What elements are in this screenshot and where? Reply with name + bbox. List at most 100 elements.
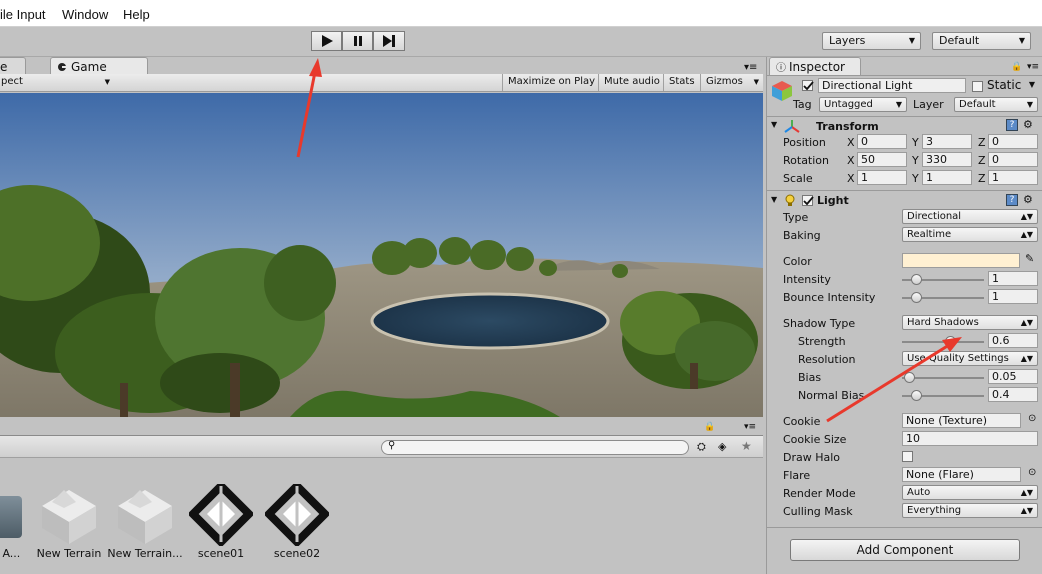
game-panel: e Game ▾≡ pect ▼ Maximize on Play Mute au… (0, 57, 763, 417)
strength-slider-knob[interactable] (945, 336, 957, 347)
add-component-button[interactable]: Add Component (790, 539, 1020, 561)
light-header[interactable]: ▼ Light ? ⚙ (767, 190, 1042, 210)
panel-menu-icon[interactable]: ▾≡ (1027, 62, 1039, 72)
bounce-intensity-input[interactable]: 1 (988, 289, 1038, 304)
gear-icon[interactable]: ⚙ (1023, 193, 1033, 206)
stats-toggle[interactable]: Stats (663, 74, 700, 91)
baking-value: Realtime (907, 229, 952, 240)
object-picker-icon[interactable]: ⊙ (1028, 467, 1036, 478)
tag-dropdown[interactable]: Untagged ▼ (819, 97, 907, 112)
intensity-slider-knob[interactable] (911, 274, 922, 285)
unity-scene-icon (189, 484, 253, 546)
tab-inspector-label: Inspector (789, 60, 845, 74)
light-enabled-checkbox[interactable] (802, 195, 814, 206)
scale-x-input[interactable]: 1 (857, 170, 907, 185)
menu-help[interactable]: Help (123, 7, 150, 22)
gizmos-dropdown[interactable]: Gizmos ▼ (700, 74, 763, 91)
chevron-down-icon: ▲▼ (1020, 318, 1033, 327)
intensity-input[interactable]: 1 (988, 271, 1038, 286)
render-mode-dropdown[interactable]: Auto ▲▼ (902, 485, 1038, 500)
static-checkbox[interactable] (972, 81, 983, 92)
chevron-down-icon: ▼ (895, 100, 902, 109)
bounce-intensity-label: Bounce Intensity (783, 291, 876, 304)
bounce-slider-knob[interactable] (911, 292, 922, 303)
chevron-down-icon: ▲▼ (1020, 488, 1033, 497)
resolution-dropdown[interactable]: Use Quality Settings ▲▼ (902, 351, 1038, 366)
panel-menu-icon[interactable]: ▾≡ (744, 422, 756, 432)
bias-label: Bias (798, 371, 822, 384)
object-picker-icon[interactable]: ⊙ (1028, 413, 1036, 424)
asset-item[interactable]: scene02 (259, 482, 335, 572)
light-title: Light (817, 194, 849, 207)
strength-input[interactable]: 0.6 (988, 333, 1038, 348)
position-z-input[interactable]: 0 (988, 134, 1038, 149)
normal-bias-input[interactable]: 0.4 (988, 387, 1038, 402)
search-icon: ⚲ (388, 440, 396, 451)
rotation-z-input[interactable]: 0 (988, 152, 1038, 167)
asset-item[interactable]: New Terrain... (107, 482, 183, 572)
axis-x-label: X (847, 172, 855, 185)
eyedropper-icon[interactable]: ✎ (1025, 252, 1034, 265)
panel-menu-icon[interactable]: ▾≡ (744, 62, 757, 73)
menu-file-input[interactable]: ile Input (0, 7, 46, 22)
shadow-type-dropdown[interactable]: Hard Shadows ▲▼ (902, 315, 1038, 330)
asset-item[interactable]: New Terrain (31, 482, 107, 572)
inspector-panel: ⓘ Inspector 🔒 ▾≡ Directional Light Static… (766, 57, 1042, 574)
bias-slider-knob[interactable] (903, 372, 915, 383)
lock-icon[interactable]: 🔒 (704, 422, 715, 432)
position-x-input[interactable]: 0 (857, 134, 907, 149)
scale-y-input[interactable]: 1 (922, 170, 972, 185)
light-type-dropdown[interactable]: Directional ▲▼ (902, 209, 1038, 224)
gear-icon[interactable]: ⚙ (1023, 118, 1033, 131)
position-y-input[interactable]: 3 (922, 134, 972, 149)
aspect-dropdown[interactable]: pect ▼ (0, 74, 114, 91)
static-dropdown[interactable]: ▼ (1023, 78, 1039, 93)
project-search-input[interactable]: ⚲ (381, 440, 689, 455)
cookie-object-field[interactable]: None (Texture) (902, 413, 1021, 428)
layout-dropdown[interactable]: Default ▼ (932, 32, 1031, 50)
rotation-label: Rotation (783, 154, 830, 167)
maximize-on-play-toggle[interactable]: Maximize on Play (502, 74, 600, 91)
layer-dropdown[interactable]: Default ▼ (954, 97, 1038, 112)
culling-mask-dropdown[interactable]: Everything ▲▼ (902, 503, 1038, 518)
active-checkbox[interactable] (802, 80, 814, 91)
filter-by-type-icon[interactable]: ⛭ (697, 440, 706, 454)
terrain-icon (118, 490, 172, 544)
project-toolbar: ⚲ ⛭ ◈ ★ 🔒 ▾≡ (0, 422, 763, 458)
chevron-down-icon: ▲▼ (1020, 506, 1033, 515)
chevron-down-icon: ▲▼ (1020, 230, 1033, 239)
step-button[interactable] (373, 31, 405, 51)
strength-slider-track[interactable] (902, 341, 984, 343)
filter-by-label-icon[interactable]: ◈ (718, 440, 726, 453)
tab-inspector[interactable]: ⓘ Inspector (769, 57, 861, 76)
bias-input[interactable]: 0.05 (988, 369, 1038, 384)
cookie-size-input[interactable]: 10 (902, 431, 1038, 446)
rotation-y-input[interactable]: 330 (922, 152, 972, 167)
cookie-size-label: Cookie Size (783, 433, 847, 446)
baking-label: Baking (783, 229, 821, 242)
game-viewport[interactable] (0, 93, 763, 417)
help-icon[interactable]: ? (1006, 194, 1018, 206)
game-controller-icon (58, 63, 67, 71)
layers-dropdown[interactable]: Layers ▼ (822, 32, 921, 50)
mute-audio-toggle[interactable]: Mute audio (598, 74, 665, 91)
play-button[interactable] (311, 31, 342, 51)
object-name-input[interactable]: Directional Light (818, 78, 966, 93)
rotation-x-input[interactable]: 50 (857, 152, 907, 167)
asset-item[interactable]: scene01 (183, 482, 259, 572)
pause-button[interactable] (342, 31, 373, 51)
lock-icon[interactable]: 🔒 (1011, 62, 1022, 72)
color-swatch[interactable] (902, 253, 1020, 268)
chevron-down-icon: ▼ (104, 78, 110, 86)
transform-header[interactable]: ▼ Transform ? ⚙ (767, 116, 1042, 136)
asset-label: New Terrain (36, 547, 102, 560)
normal-bias-slider-knob[interactable] (911, 390, 923, 401)
scale-z-input[interactable]: 1 (988, 170, 1038, 185)
menu-window[interactable]: Window (62, 7, 108, 22)
flare-object-field[interactable]: None (Flare) (902, 467, 1021, 482)
baking-dropdown[interactable]: Realtime ▲▼ (902, 227, 1038, 242)
render-mode-label: Render Mode (783, 487, 856, 500)
help-icon[interactable]: ? (1006, 119, 1018, 131)
draw-halo-checkbox[interactable] (902, 451, 913, 462)
favorites-star-icon[interactable]: ★ (741, 439, 752, 453)
